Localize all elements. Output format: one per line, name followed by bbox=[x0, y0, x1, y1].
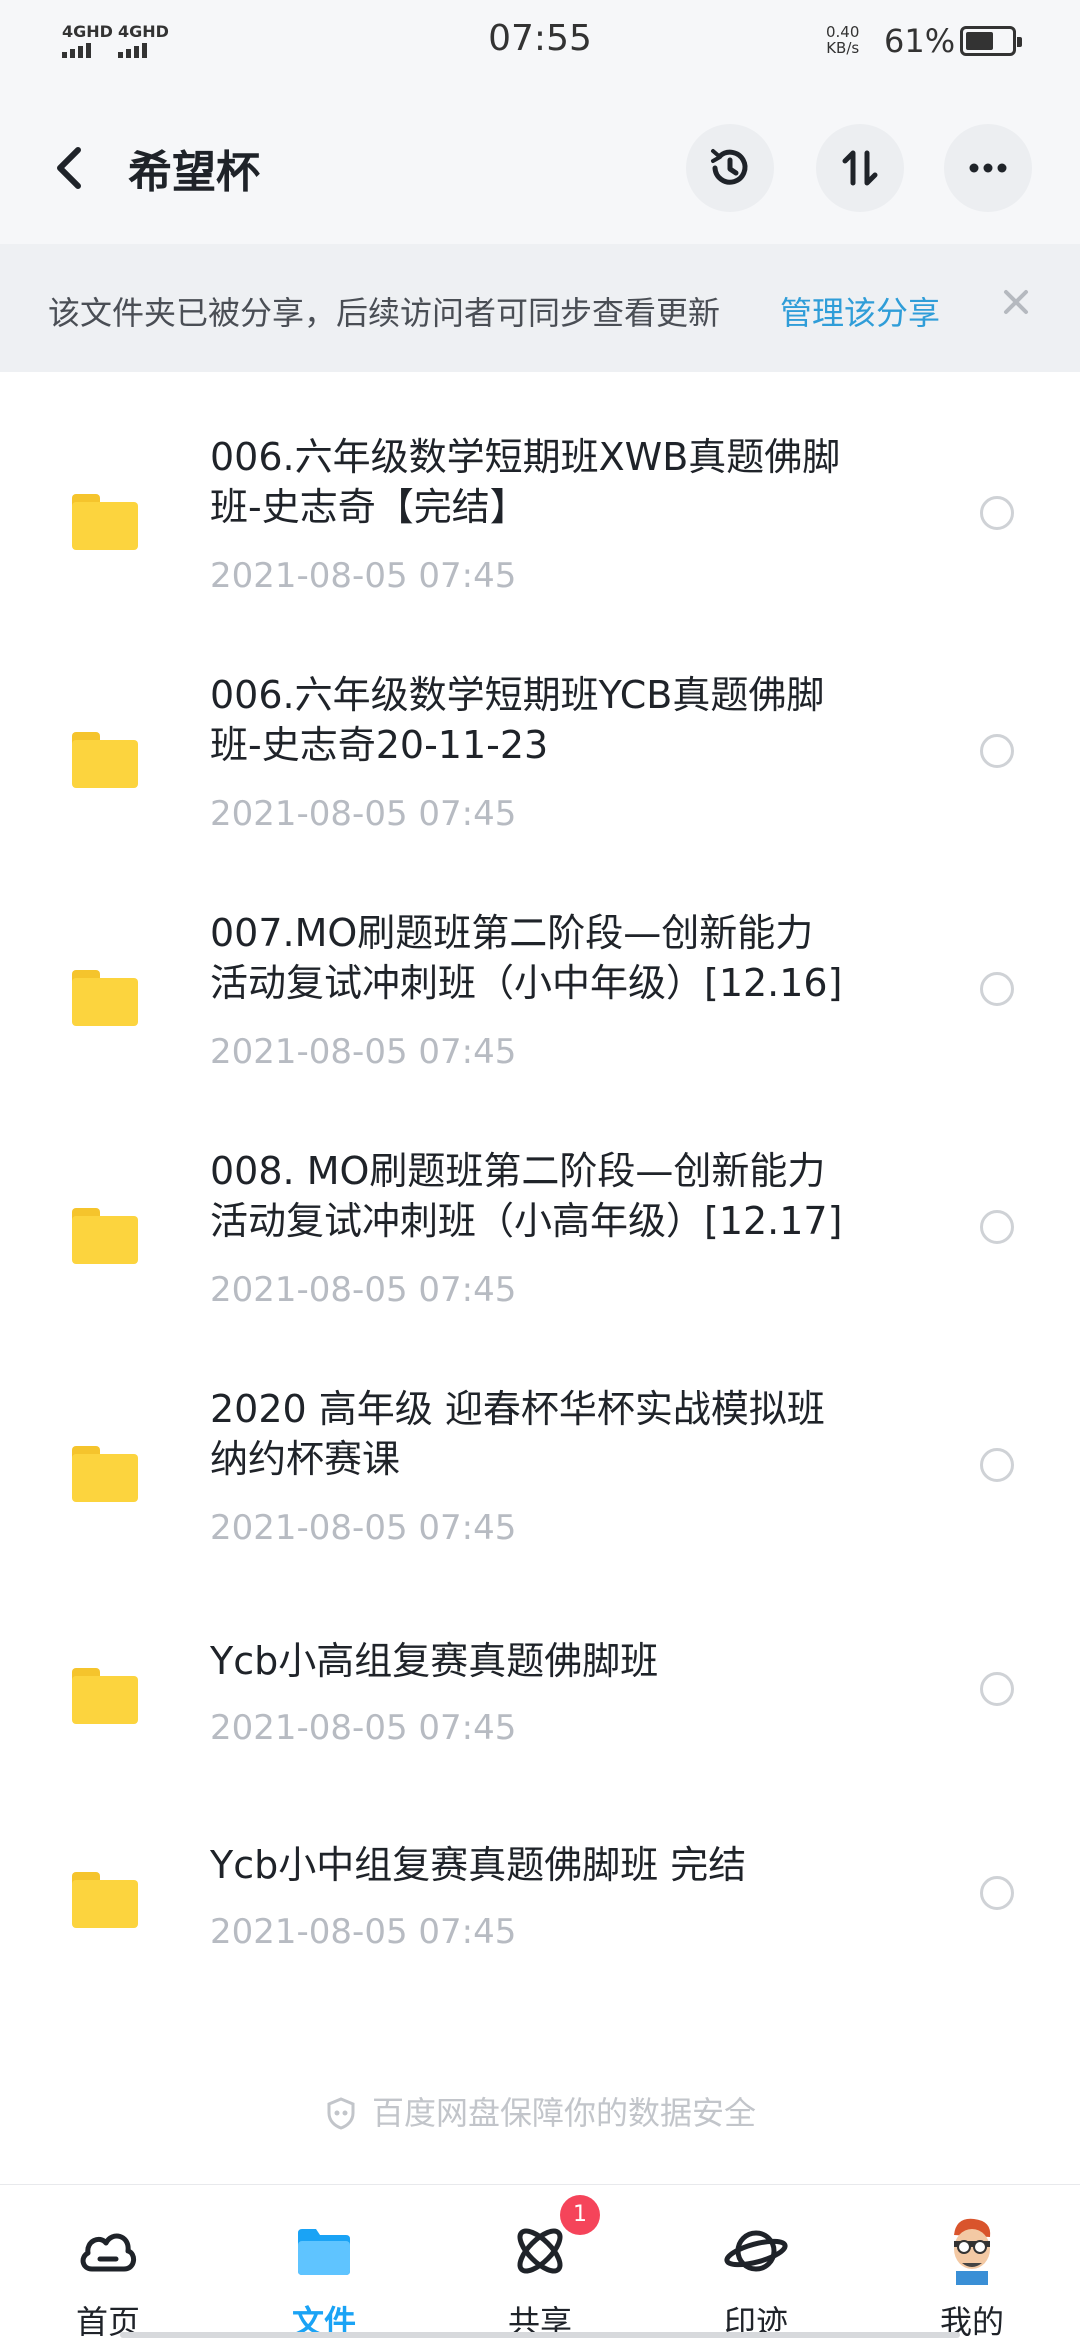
item-date: 2021-08-05 07:45 bbox=[210, 1912, 517, 1952]
chevron-left-icon bbox=[57, 147, 81, 189]
item-date: 2021-08-05 07:45 bbox=[210, 1032, 517, 1072]
item-name: 2020 高年级 迎春杯华杯实战模拟班 纳约杯赛课 bbox=[210, 1387, 825, 1481]
list-item[interactable]: 2020 高年级 迎春杯华杯实战模拟班 纳约杯赛课 2021-08-05 07:4… bbox=[0, 1384, 1080, 1584]
folder-icon bbox=[72, 494, 138, 550]
shield-icon bbox=[327, 2097, 355, 2130]
manage-share-link[interactable]: 管理该分享 bbox=[780, 288, 940, 334]
sort-button[interactable] bbox=[816, 124, 904, 212]
list-item[interactable]: 006.六年级数学短期班YCB真题佛脚 班-史志奇20-11-23 2021-08… bbox=[0, 670, 1080, 870]
battery-percent: 61% bbox=[884, 22, 956, 60]
select-checkbox[interactable] bbox=[980, 972, 1014, 1006]
nav-share[interactable]: 1 共享 bbox=[432, 2185, 648, 2340]
battery-fill bbox=[966, 32, 993, 50]
item-date: 2021-08-05 07:45 bbox=[210, 556, 517, 596]
network-speed: 0.40 KB/s bbox=[826, 24, 859, 56]
item-date: 2021-08-05 07:45 bbox=[210, 1270, 517, 1310]
bottom-nav: 首页 文件 1 共享 印迹 我的 bbox=[0, 2184, 1080, 2340]
security-note: 百度网盘保障你的数据安全 bbox=[0, 2088, 1080, 2134]
list-item[interactable]: 006.六年级数学短期班XWB真题佛脚 班-史志奇【完结】 2021-08-05 … bbox=[0, 432, 1080, 632]
history-button[interactable] bbox=[686, 124, 774, 212]
share-banner: 该文件夹已被分享，后续访问者可同步查看更新 管理该分享 bbox=[0, 244, 1080, 372]
network-speed-value: 0.40 bbox=[826, 23, 860, 41]
select-checkbox[interactable] bbox=[980, 734, 1014, 768]
page-title: 希望杯 bbox=[128, 147, 260, 198]
item-name: Ycb小中组复赛真题佛脚班 完结 bbox=[210, 1843, 747, 1887]
folder-icon bbox=[72, 1446, 138, 1502]
folder-icon bbox=[72, 1208, 138, 1264]
nav-home[interactable]: 首页 bbox=[0, 2185, 216, 2340]
security-note-text: 百度网盘保障你的数据安全 bbox=[371, 2094, 756, 2132]
item-date: 2021-08-05 07:45 bbox=[210, 1708, 517, 1748]
nav-footprint[interactable]: 印迹 bbox=[648, 2185, 864, 2340]
item-date: 2021-08-05 07:45 bbox=[210, 1508, 517, 1548]
nav-mine[interactable]: 我的 bbox=[864, 2185, 1080, 2340]
item-name: Ycb小高组复赛真题佛脚班 bbox=[210, 1639, 659, 1683]
select-checkbox[interactable] bbox=[980, 1210, 1014, 1244]
header: 希望杯 bbox=[0, 84, 1080, 244]
list-item[interactable]: 007.MO刷题班第二阶段—创新能力 活动复试冲刺班（小中年级）[12.16] 2… bbox=[0, 908, 1080, 1108]
avatar bbox=[954, 2218, 991, 2285]
nav-files[interactable]: 文件 bbox=[216, 2185, 432, 2340]
item-name: 006.六年级数学短期班XWB真题佛脚 班-史志奇【完结】 bbox=[210, 435, 841, 529]
item-name: 006.六年级数学短期班YCB真题佛脚 班-史志奇20-11-23 bbox=[210, 673, 825, 767]
banner-close-button[interactable] bbox=[994, 280, 1038, 324]
folder-icon bbox=[72, 1668, 138, 1724]
folder-icon bbox=[298, 2229, 350, 2275]
planet-icon bbox=[724, 2230, 788, 2272]
more-icon bbox=[969, 163, 1007, 173]
home-indicator[interactable] bbox=[120, 2332, 960, 2338]
battery-icon bbox=[960, 26, 1022, 56]
cloud-icon bbox=[80, 2233, 136, 2272]
select-checkbox[interactable] bbox=[980, 1448, 1014, 1482]
item-name: 008. MO刷题班第二阶段—创新能力 活动复试冲刺班（小高年级）[12.17] bbox=[210, 1149, 843, 1243]
item-name: 007.MO刷题班第二阶段—创新能力 活动复试冲刺班（小中年级）[12.16] bbox=[210, 911, 843, 1005]
folder-icon bbox=[72, 1872, 138, 1928]
status-bar: 4GHD 4GHD 07:55 0.40 KB/s 61% bbox=[0, 0, 1080, 84]
item-date: 2021-08-05 07:45 bbox=[210, 794, 517, 834]
network-speed-unit: KB/s bbox=[826, 39, 860, 57]
folder-icon bbox=[72, 732, 138, 788]
file-list: 006.六年级数学短期班XWB真题佛脚 班-史志奇【完结】 2021-08-05 … bbox=[0, 372, 1080, 2184]
more-button[interactable] bbox=[944, 124, 1032, 212]
close-icon bbox=[1004, 290, 1028, 314]
sort-icon bbox=[842, 150, 878, 186]
back-button[interactable] bbox=[44, 138, 94, 198]
notification-badge: 1 bbox=[560, 2195, 600, 2235]
history-icon bbox=[711, 149, 748, 185]
list-item[interactable]: Ycb小高组复赛真题佛脚班 2021-08-05 07:45 bbox=[0, 1636, 1080, 1776]
select-checkbox[interactable] bbox=[980, 1876, 1014, 1910]
share-banner-text: 该文件夹已被分享，后续访问者可同步查看更新 bbox=[48, 294, 721, 332]
folder-icon bbox=[72, 970, 138, 1026]
select-checkbox[interactable] bbox=[980, 1672, 1014, 1706]
list-item[interactable]: Ycb小中组复赛真题佛脚班 完结 2021-08-05 07:45 bbox=[0, 1840, 1080, 1980]
select-checkbox[interactable] bbox=[980, 496, 1014, 530]
list-item[interactable]: 008. MO刷题班第二阶段—创新能力 活动复试冲刺班（小高年级）[12.17] … bbox=[0, 1146, 1080, 1346]
